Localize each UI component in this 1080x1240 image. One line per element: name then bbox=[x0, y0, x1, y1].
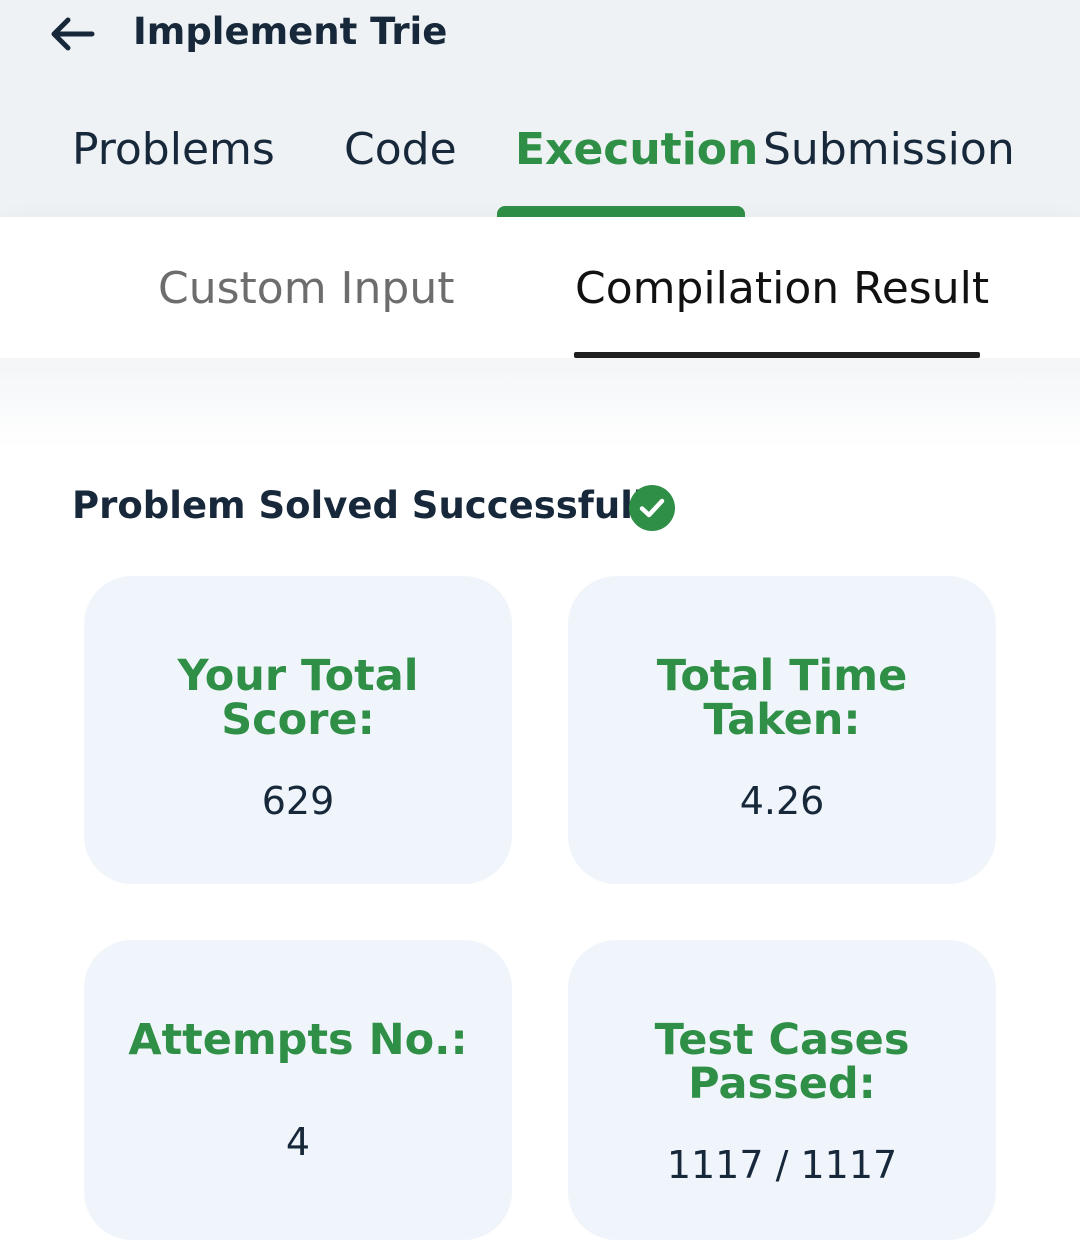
status-message: Problem Solved Successfully bbox=[72, 484, 670, 527]
attempts-label: Attempts No.: bbox=[128, 1015, 468, 1065]
arrow-left-icon[interactable] bbox=[44, 12, 96, 56]
attempts-value: 4 bbox=[285, 1120, 311, 1164]
score-label: Your Total Score: bbox=[177, 651, 419, 745]
sub-tab-bar: Custom Input Compilation Result bbox=[0, 217, 1080, 358]
attempts-card: Attempts No.: 4 bbox=[84, 940, 512, 1240]
score-value: 629 bbox=[261, 779, 335, 823]
test-cases-card: Test Cases Passed: 1117 / 1117 bbox=[568, 940, 996, 1240]
tab-problems[interactable]: Problems bbox=[72, 120, 275, 180]
content-shadow bbox=[0, 358, 1080, 448]
page-title: Implement Trie bbox=[133, 10, 448, 53]
subtab-compilation-result[interactable]: Compilation Result bbox=[575, 261, 989, 317]
subtab-custom-input[interactable]: Custom Input bbox=[158, 261, 454, 317]
time-label: Total Time Taken: bbox=[656, 651, 908, 745]
check-circle-icon bbox=[629, 485, 675, 531]
tab-submission[interactable]: Submission bbox=[763, 120, 1015, 180]
test-cases-label: Test Cases Passed: bbox=[654, 1015, 910, 1109]
app-header: Implement Trie Problems Code Execution S… bbox=[0, 0, 1080, 217]
tab-execution[interactable]: Execution bbox=[515, 120, 758, 180]
score-card: Your Total Score: 629 bbox=[84, 576, 512, 884]
time-card: Total Time Taken: 4.26 bbox=[568, 576, 996, 884]
active-tab-indicator bbox=[497, 206, 745, 217]
test-cases-value: 1117 / 1117 bbox=[666, 1143, 898, 1187]
time-value: 4.26 bbox=[739, 779, 825, 823]
tab-code[interactable]: Code bbox=[344, 120, 457, 180]
